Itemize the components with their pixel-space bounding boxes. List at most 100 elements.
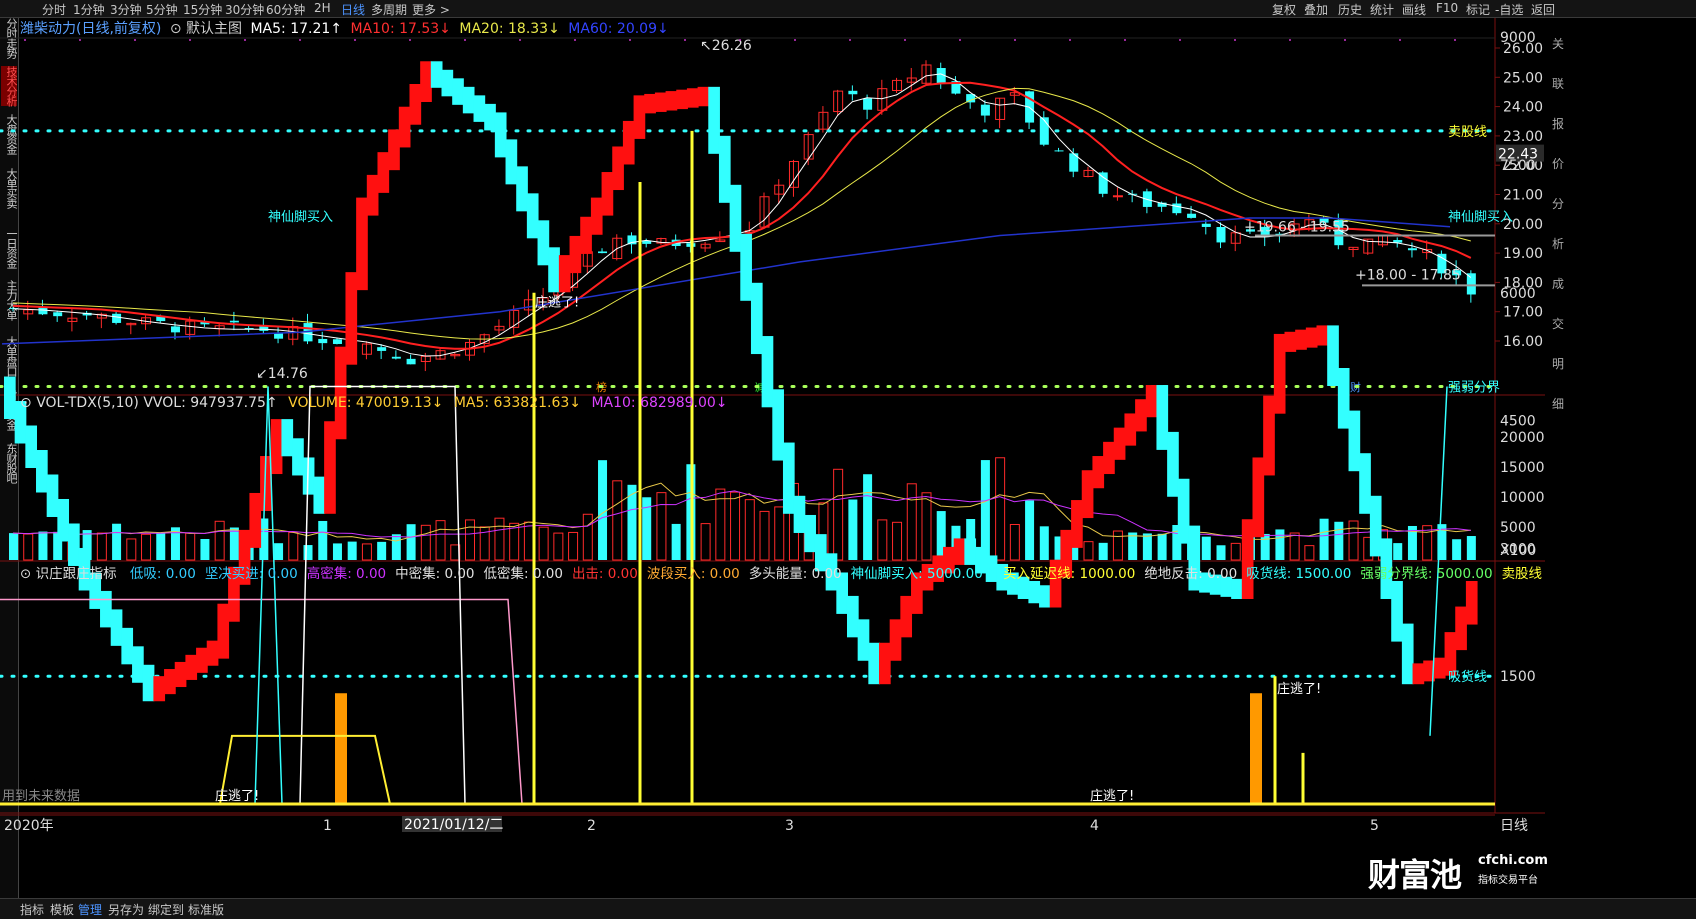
volume-bar: [863, 474, 873, 560]
ma5-line: [12, 73, 1472, 357]
candle-body: [112, 313, 122, 323]
indicator-block: [879, 642, 891, 685]
candle-body: [391, 356, 401, 359]
indicator-value-10: 绝地反击: 0.00: [1144, 566, 1238, 582]
indicator-value-11: 吸货线: 1500.00: [1246, 566, 1352, 582]
indicator-block: [1391, 581, 1403, 642]
marker-dot: [684, 39, 686, 41]
indicator-block: [1081, 470, 1094, 519]
marker-dot: [134, 39, 136, 41]
escape-label: 庄逃了!: [1277, 681, 1321, 697]
volume-bar: [1334, 521, 1344, 560]
candle-body: [1172, 203, 1182, 214]
marker-dot: [1234, 39, 1236, 41]
indicator-block: [1305, 327, 1318, 348]
indicator-block: [4, 376, 16, 420]
marker-dot: [1014, 39, 1016, 41]
indicator-block: [1167, 431, 1179, 497]
watermark-logo: 财富池: [1368, 856, 1462, 894]
vol-tick-label: 15000: [1500, 460, 1545, 476]
marker-dot: [24, 39, 26, 41]
stock-name[interactable]: 潍柴动力(日线,前复权): [20, 21, 161, 37]
indicator-block: [356, 197, 368, 291]
tool-8[interactable]: 返回: [1531, 1, 1555, 18]
indicator-header: ⊙ 识庄跟庄指标 低吸: 0.00 坚决买进: 0.00 高密集: 0.00 中密集:…: [20, 562, 1542, 582]
bottom-item-4[interactable]: 绑定到: [148, 901, 184, 918]
indicator-title[interactable]: ⊙ 识庄跟庄指标: [20, 566, 117, 582]
indicator-block: [1039, 585, 1051, 608]
volume-value: VOLUME: 470019.13↓: [288, 395, 444, 411]
escape-label: 庄逃了!: [215, 788, 259, 804]
kline-chart-area[interactable]: 26.0025.0024.0023.0022.0021.0020.0019.00…: [0, 18, 1678, 898]
volume-bar: [23, 533, 34, 561]
tab-5[interactable]: 30分钟: [225, 1, 264, 18]
indicator-block: [473, 95, 486, 122]
bottom-item-1[interactable]: 模板: [50, 901, 74, 918]
bottom-item-0[interactable]: 指标: [20, 901, 44, 918]
bottom-item-3[interactable]: 另存为: [108, 901, 144, 918]
price-tick-label: 17.00: [1503, 305, 1543, 321]
indicator-block: [153, 676, 166, 702]
volume-bar: [1466, 536, 1476, 560]
tab-10[interactable]: 更多 >: [412, 1, 450, 18]
tab-1[interactable]: 1分钟: [73, 1, 105, 18]
indicator-block: [900, 595, 913, 638]
tool-7[interactable]: -自选: [1495, 1, 1523, 18]
vol-title[interactable]: ⊙ VOL-TDX(5,10): [20, 395, 139, 411]
volume-bar: [141, 533, 152, 561]
tool-6[interactable]: 标记: [1466, 1, 1490, 18]
marker-dot: [1069, 39, 1071, 41]
ma5-value: MA5: 17.21↑: [250, 21, 343, 37]
price-tick-label: 24.00: [1503, 100, 1543, 116]
volume-bar: [730, 491, 741, 561]
volume-bar: [1275, 529, 1285, 560]
tab-2[interactable]: 3分钟: [110, 1, 142, 18]
future-data-label: 用到未来数据: [2, 789, 80, 804]
tool-5[interactable]: F10: [1436, 1, 1458, 15]
volume-bar: [1393, 543, 1403, 560]
tab-7[interactable]: 2H: [314, 1, 331, 15]
candle-body: [1216, 227, 1226, 243]
indicator-block: [516, 166, 528, 212]
volume-header: ⊙ VOL-TDX(5,10) VVOL: 947937.75↑ VOLUME:…: [20, 395, 728, 411]
period-label: 日线: [1500, 818, 1528, 834]
tool-3[interactable]: 统计: [1370, 1, 1394, 18]
volume-bar: [318, 520, 328, 560]
tool-1[interactable]: 叠加: [1304, 1, 1328, 18]
indicator-block: [654, 92, 667, 112]
indicator-block: [249, 492, 262, 548]
marker-dot: [1344, 39, 1346, 41]
volume-bar: [1128, 532, 1138, 560]
indicator-block: [388, 129, 400, 171]
indicator-block: [846, 595, 859, 638]
indicator-block: [740, 233, 752, 301]
vol-ma10-value: MA10: 682989.00↓: [591, 395, 728, 411]
indicator-block: [782, 442, 795, 514]
template-selector[interactable]: ⊙ 默认主图: [170, 21, 242, 37]
tool-0[interactable]: 复权: [1272, 1, 1296, 18]
indicator-block: [345, 272, 358, 365]
bottom-item-5[interactable]: 标准版: [188, 901, 224, 918]
marker-dot: [464, 39, 466, 41]
indicator-block: [1241, 519, 1254, 599]
tab-4[interactable]: 15分钟: [183, 1, 222, 18]
tool-2[interactable]: 历史: [1338, 1, 1362, 18]
tab-0[interactable]: 分时: [42, 1, 66, 18]
marker-dot: [849, 39, 851, 41]
tab-6[interactable]: 60分钟: [266, 1, 305, 18]
volume-bar: [391, 534, 401, 560]
bottom-toolbar: 指标 模板 管理 另存为 绑定到 标准版: [0, 898, 1696, 919]
bottom-item-2[interactable]: 管理: [78, 901, 102, 918]
tab-9[interactable]: 多周期: [371, 1, 407, 18]
volume-bar: [361, 543, 372, 561]
tab-8[interactable]: 日线: [341, 1, 365, 18]
candle-body: [627, 235, 637, 245]
indicator-block: [377, 152, 390, 193]
indicator-block: [622, 120, 635, 165]
main-header: 潍柴动力(日线,前复权) ⊙ 默认主图 MA5: 17.21↑ MA10: 17…: [20, 18, 669, 38]
tool-4[interactable]: 画线: [1402, 1, 1426, 18]
volume-bar: [288, 531, 299, 561]
candle-body: [229, 320, 239, 323]
tab-3[interactable]: 5分钟: [146, 1, 178, 18]
vol-ma5-value: MA5: 633821.63↓: [453, 395, 581, 411]
